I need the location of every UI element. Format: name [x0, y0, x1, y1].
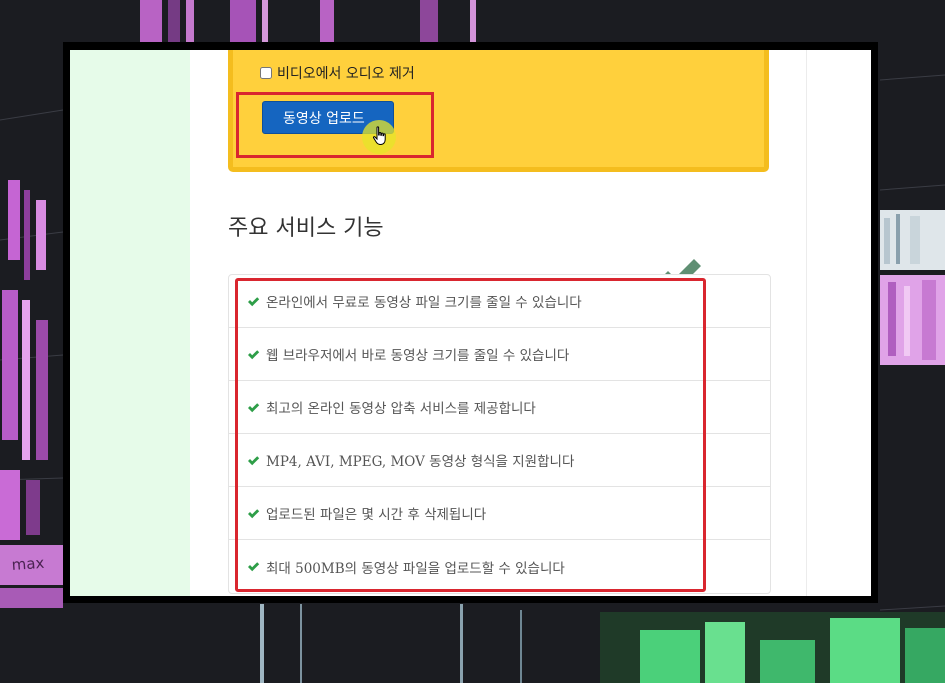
remove-audio-option[interactable]: 비디오에서 오디오 제거 [260, 63, 415, 83]
features-highlight-box [235, 278, 706, 592]
features-section-title: 주요 서비스 기능 [228, 216, 384, 241]
remove-audio-label: 비디오에서 오디오 제거 [277, 66, 415, 82]
upload-button-highlight-box [236, 92, 434, 158]
left-sidebar-strip [70, 50, 190, 596]
screenshot-frame: 비디오에서 오디오 제거 동영상 업로드 주요 서비스 기능 온라인에서 무료로… [63, 42, 878, 603]
remove-audio-checkbox[interactable] [260, 67, 272, 79]
web-page-viewport: 비디오에서 오디오 제거 동영상 업로드 주요 서비스 기능 온라인에서 무료로… [70, 50, 871, 596]
hand-pointer-icon [372, 126, 386, 146]
timeline-max-label: max [11, 554, 45, 574]
timeline-right-clips [880, 210, 945, 365]
right-column-divider [806, 50, 807, 596]
